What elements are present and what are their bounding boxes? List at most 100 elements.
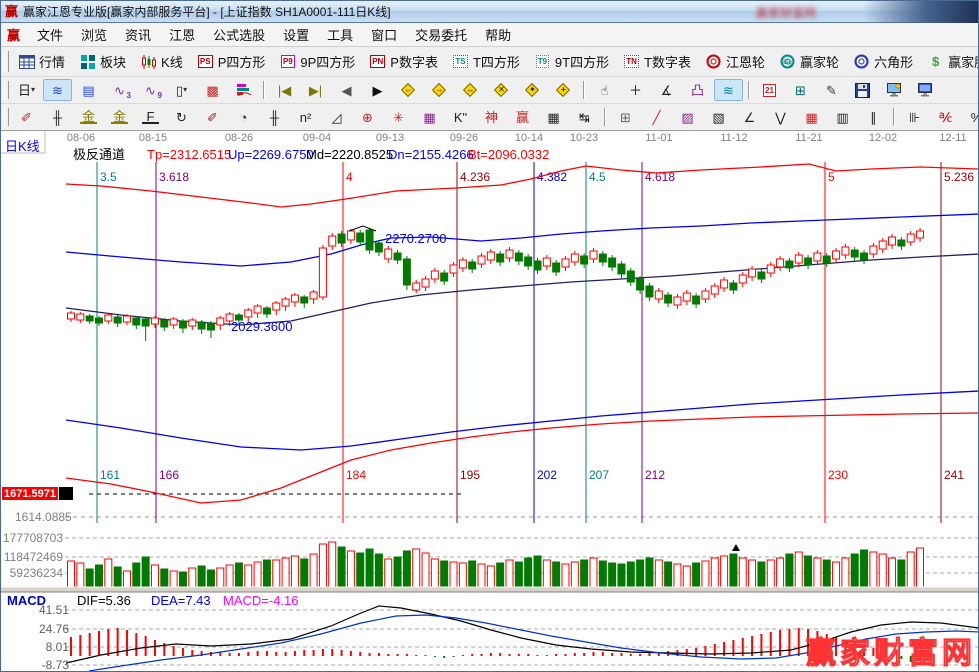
quotes-button[interactable]: 行情 — [12, 49, 71, 74]
calendar-button[interactable]: 21 — [755, 79, 784, 101]
menu-item-江恩[interactable]: 江恩 — [160, 23, 204, 46]
p-number-table-button[interactable]: PNP数字表 — [363, 49, 444, 74]
menu-item-浏览[interactable]: 浏览 — [72, 23, 116, 46]
calculator-button[interactable]: ⊞ — [786, 79, 815, 101]
shen-tool-button[interactable]: 神 — [477, 106, 506, 128]
histogram-button[interactable] — [229, 79, 258, 101]
target-red-button[interactable]: ⊕ — [353, 106, 382, 128]
remote-pc-button[interactable] — [910, 79, 939, 101]
menu-item-公式选股[interactable]: 公式选股 — [204, 23, 274, 46]
t-number-table-button[interactable]: TNT数字表 — [617, 49, 697, 74]
candle-body — [366, 230, 373, 250]
9p-square-button[interactable]: P99P四方形 — [273, 49, 361, 74]
wave-9-button[interactable]: ∿9 — [136, 79, 165, 101]
diamond-left-button[interactable]: ← — [394, 79, 423, 101]
gold-line-2-button[interactable]: 金 — [105, 107, 134, 127]
pen-tool-button[interactable]: ✐ — [12, 106, 41, 128]
frame-tool-button[interactable]: ⊞ — [611, 106, 640, 128]
menu-item-设置[interactable]: 设置 — [274, 23, 318, 46]
wave-3-button[interactable]: ∿3 — [105, 79, 134, 101]
candle-body — [170, 319, 177, 325]
pattern-teal-button[interactable]: ≋ — [714, 79, 743, 101]
menu-item-帮助[interactable]: 帮助 — [476, 23, 520, 46]
sectors-button[interactable]: 板块 — [73, 49, 132, 74]
width-arrows-button[interactable]: ↹ — [570, 106, 599, 128]
f-lines-button[interactable]: F — [136, 107, 165, 127]
spiral-tool-button[interactable]: ↻ — [167, 106, 196, 128]
volume-bar — [245, 565, 252, 587]
notes-button[interactable]: ✎ — [817, 79, 846, 101]
diamond-plus-button[interactable]: + — [549, 79, 578, 101]
prev-bar-button[interactable]: ◀ — [332, 79, 361, 101]
hand-tool-button[interactable]: ☝ — [590, 79, 619, 101]
net-tools-button[interactable] — [879, 79, 908, 101]
gann-wheel-icon — [705, 54, 722, 70]
kline-button[interactable]: K线 — [134, 49, 189, 74]
candle-body — [487, 252, 494, 260]
target-red-icon: ⊕ — [359, 109, 376, 125]
menu-item-交易委托[interactable]: 交易委托 — [406, 23, 476, 46]
percent-button[interactable]: % — [962, 106, 979, 128]
fan-dark-button[interactable]: ▧ — [704, 106, 733, 128]
bars-tool-button[interactable]: ⊪ — [900, 106, 929, 128]
flag-tool-button[interactable]: 凸 — [683, 79, 712, 101]
grid-123-button[interactable]: ▦ — [539, 106, 568, 128]
9t-square-button[interactable]: T99T四方形 — [528, 49, 615, 74]
diamond-star-button[interactable]: ✦ — [518, 79, 547, 101]
period-selector-button[interactable]: 日▾ — [12, 79, 41, 101]
next-bar-button[interactable]: ▶ — [363, 79, 392, 101]
channel-param: Up=2269.6750 — [228, 147, 314, 162]
parallel-lines-button[interactable]: ∥ — [859, 106, 888, 128]
grid-purple-button[interactable]: ▦ — [415, 106, 444, 128]
last-page-button[interactable]: ▶| — [301, 79, 330, 101]
chart-mode-button[interactable]: ≋ — [43, 79, 72, 101]
grid-lines-button[interactable]: ╫ — [43, 106, 72, 128]
info-doc-button[interactable]: ▤ — [74, 79, 103, 101]
grid-lines-2-button[interactable]: ╫ — [260, 106, 289, 128]
diamond-cross-button[interactable]: ✕ — [487, 79, 516, 101]
volume-bar — [655, 560, 662, 587]
star-grid-button[interactable]: ✳ — [384, 106, 413, 128]
crosshair-tool-button[interactable]: ＋ — [621, 79, 650, 101]
p-square-button[interactable]: PSP四方形 — [191, 49, 272, 74]
diamond-expand-button[interactable]: ↔ — [456, 79, 485, 101]
v-lines-button[interactable]: ⋁ — [766, 106, 795, 128]
volume-bar — [833, 562, 840, 587]
winner-service-button[interactable]: $赢家服务 — [921, 49, 979, 74]
volume-bar — [599, 561, 606, 587]
percent-red-button[interactable]: ℀ — [931, 106, 960, 128]
trend-angle-button[interactable]: ∠ — [735, 106, 764, 128]
macd-axis-value: 8.01 — [46, 640, 70, 654]
menu-item-工具[interactable]: 工具 — [318, 23, 362, 46]
candle-body — [68, 313, 75, 319]
volume-bar — [534, 556, 541, 587]
n-square-button[interactable]: n² — [291, 106, 320, 128]
gold-line-1-button[interactable]: 金 — [74, 107, 103, 127]
angle-mirror-button[interactable]: ◿ — [322, 106, 351, 128]
first-page-button[interactable]: |◀ — [270, 79, 299, 101]
fan-red-button[interactable]: ╱ — [642, 106, 671, 128]
grid-red-button[interactable]: ▦ — [797, 106, 826, 128]
candle-style-button[interactable]: ▯▾ — [167, 79, 196, 101]
fan-purple-button[interactable]: ▨ — [673, 106, 702, 128]
menu-item-资讯[interactable]: 资讯 — [116, 23, 160, 46]
t-square-button[interactable]: TST四方形 — [446, 49, 526, 74]
k-notation-button[interactable]: K" — [446, 106, 475, 128]
gann-wheel-button[interactable]: 江恩轮 — [699, 49, 771, 74]
save-button[interactable] — [848, 79, 877, 101]
date-label: 11-01 — [645, 132, 672, 144]
grid-corner-button[interactable]: ▥ — [828, 106, 857, 128]
ying-tool-button[interactable]: 赢 — [508, 106, 537, 128]
menu-item-文件[interactable]: 文件 — [28, 23, 72, 46]
time-circle-button[interactable]: ◔ — [229, 106, 258, 128]
brush-tool-button[interactable]: ✐ — [198, 106, 227, 128]
pattern-red-button[interactable]: ▩ — [198, 79, 227, 101]
menu-item-窗口[interactable]: 窗口 — [362, 23, 406, 46]
kline-chart[interactable]: 3.51613.61816641844.2361954.3822024.5207… — [1, 131, 979, 672]
diamond-right-button[interactable]: → — [425, 79, 454, 101]
winner-wheel-button[interactable]: Big赢家轮 — [773, 49, 845, 74]
price-box-value: 1671.5971 — [4, 488, 56, 500]
hexagon-button[interactable]: 六角形 — [847, 49, 919, 74]
title-bar[interactable]: 赢 赢家江恩专业版[赢家内部服务平台] - [上证指数 SH1A0001-111… — [1, 1, 978, 23]
angle-tool-button[interactable]: ∡ — [652, 79, 681, 101]
